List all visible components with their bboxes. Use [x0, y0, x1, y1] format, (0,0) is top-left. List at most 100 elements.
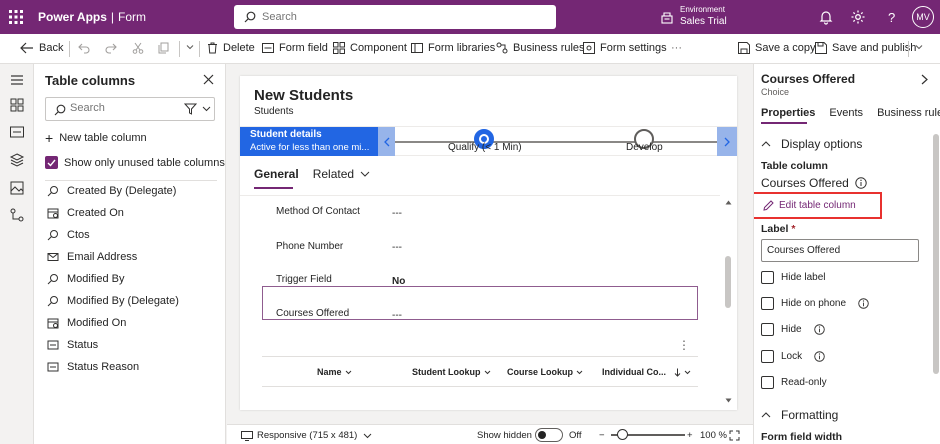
user-avatar[interactable]: MV — [912, 6, 934, 28]
zoom-slider-thumb[interactable] — [617, 429, 628, 440]
undo-button[interactable] — [78, 42, 95, 54]
field-label-method-of-contact[interactable]: Method Of Contact — [276, 206, 360, 217]
business-rules-button[interactable]: Business rules — [496, 42, 585, 54]
chevron-down-icon[interactable] — [202, 106, 211, 112]
app-name[interactable]: Power Apps — [38, 10, 107, 24]
cut-button[interactable] — [132, 42, 149, 54]
column-list-item[interactable]: Modified By (Delegate) — [47, 295, 179, 307]
column-list-item[interactable]: Modified On — [47, 317, 126, 329]
scrollbar-thumb[interactable] — [725, 256, 731, 308]
tree-view-icon[interactable] — [9, 207, 25, 223]
form-libraries-button[interactable]: Form libraries — [411, 42, 495, 54]
field-label-courses-offered[interactable]: Courses Offered — [276, 308, 349, 319]
field-value-method-of-contact[interactable]: --- — [392, 208, 402, 219]
form-field-button[interactable]: Form field — [262, 42, 328, 54]
hamburger-menu-icon[interactable] — [9, 72, 25, 88]
help-icon[interactable]: ? — [884, 9, 900, 25]
info-icon[interactable] — [855, 177, 867, 189]
grid-column-student-lookup[interactable]: Student Lookup — [412, 367, 491, 377]
scroll-down-icon[interactable] — [725, 398, 732, 403]
save-copy-button[interactable]: Save a copy — [738, 42, 816, 54]
grid-column-course-lookup[interactable]: Course Lookup — [507, 367, 583, 377]
bpf-previous-button[interactable] — [378, 127, 395, 156]
formatting-header[interactable]: Formatting — [761, 408, 838, 422]
checkbox-unchecked-icon[interactable] — [761, 350, 774, 363]
column-list-item[interactable]: Created On — [47, 207, 124, 219]
new-table-column-button[interactable]: + New table column — [45, 130, 147, 146]
info-icon[interactable] — [808, 351, 825, 362]
form-settings-button[interactable]: Form settings — [583, 42, 667, 54]
paste-dropdown[interactable] — [185, 42, 200, 52]
checkbox-lock[interactable]: Lock — [761, 350, 825, 363]
field-value-courses-offered[interactable]: --- — [392, 310, 402, 321]
column-list-item[interactable]: Status — [47, 339, 98, 351]
image-icon[interactable] — [9, 180, 25, 196]
back-button[interactable]: Back — [20, 42, 63, 54]
column-list-item[interactable]: Created By (Delegate) — [47, 185, 176, 197]
info-icon[interactable] — [808, 324, 825, 335]
copy-button[interactable] — [158, 42, 175, 54]
column-list-item[interactable]: Email Address — [47, 251, 137, 263]
stage-qualify-label[interactable]: Qualify (< 1 Min) — [448, 142, 522, 153]
global-search[interactable] — [234, 5, 556, 29]
stage-develop-label[interactable]: Develop — [626, 142, 663, 153]
column-list-item[interactable]: Modified By — [47, 273, 124, 285]
table-columns-icon[interactable] — [9, 124, 25, 140]
responsive-picker[interactable]: Responsive (715 x 481) — [241, 430, 376, 441]
grid-column-individual-co[interactable]: Individual Co... — [602, 367, 691, 377]
save-publish-button[interactable]: Save and publish — [815, 42, 916, 54]
checkbox-hide-label[interactable]: Hide label — [761, 271, 825, 284]
tab-related[interactable]: Related — [313, 167, 370, 181]
tab-general[interactable]: General — [254, 167, 299, 181]
bpf-next-button[interactable] — [717, 127, 737, 156]
more-options-icon[interactable]: ⋮ — [678, 338, 690, 352]
field-label-phone-number[interactable]: Phone Number — [276, 241, 343, 252]
checkbox-unchecked-icon[interactable] — [761, 271, 774, 284]
edit-table-column-button[interactable]: Edit table column — [754, 192, 882, 219]
info-icon[interactable] — [852, 298, 869, 309]
tab-properties[interactable]: Properties — [761, 107, 815, 119]
bpf-active-stage[interactable]: Student details Active for less than one… — [240, 127, 378, 156]
layers-icon[interactable] — [9, 152, 25, 168]
delete-button[interactable]: Delete — [207, 42, 255, 54]
columns-search-input[interactable] — [70, 102, 170, 114]
toggle-switch[interactable] — [535, 428, 563, 442]
tab-business-rules[interactable]: Business rules — [877, 107, 940, 119]
scroll-up-icon[interactable] — [725, 200, 732, 205]
save-dropdown[interactable] — [914, 42, 929, 52]
settings-gear-icon[interactable] — [850, 9, 866, 25]
field-label-trigger-field[interactable]: Trigger Field — [276, 274, 332, 285]
more-commands-button[interactable]: ··· — [671, 42, 682, 54]
close-icon[interactable] — [203, 74, 214, 85]
grid-column-name[interactable]: Name — [317, 367, 352, 377]
display-options-header[interactable]: Display options — [761, 137, 862, 151]
checkbox-read-only[interactable]: Read-only — [761, 376, 827, 389]
app-launcher-icon[interactable] — [8, 9, 24, 25]
column-list-item[interactable]: Ctos — [47, 229, 90, 241]
zoom-out-button[interactable]: − — [599, 430, 605, 441]
chevron-right-icon[interactable] — [921, 74, 928, 85]
environment-name: Sales Trial — [680, 16, 727, 27]
redo-button[interactable] — [105, 42, 122, 54]
filter-icon[interactable] — [184, 103, 197, 115]
zoom-in-button[interactable]: + — [687, 430, 693, 441]
global-search-input[interactable] — [262, 9, 542, 25]
properties-scrollbar[interactable] — [933, 134, 939, 374]
field-value-phone-number[interactable]: --- — [392, 242, 402, 253]
checkbox-unchecked-icon[interactable] — [761, 376, 774, 389]
show-hidden-toggle[interactable]: Off — [535, 428, 582, 442]
column-list-item[interactable]: Status Reason — [47, 361, 139, 373]
notifications-icon[interactable] — [818, 9, 834, 25]
checkbox-unchecked-icon[interactable] — [761, 297, 774, 310]
show-unused-checkbox[interactable]: Show only unused table columns — [45, 156, 225, 169]
columns-search[interactable] — [45, 97, 215, 121]
components-icon[interactable] — [9, 97, 25, 113]
checkbox-hide-on-phone[interactable]: Hide on phone — [761, 297, 869, 310]
checkbox-hide[interactable]: Hide — [761, 323, 825, 336]
tab-events[interactable]: Events — [829, 107, 863, 119]
component-button[interactable]: Component — [333, 42, 407, 54]
label-input[interactable] — [761, 239, 919, 262]
checkbox-unchecked-icon[interactable] — [761, 323, 774, 336]
fit-to-screen-icon[interactable] — [729, 430, 744, 441]
form-scrollbar[interactable] — [720, 196, 737, 410]
